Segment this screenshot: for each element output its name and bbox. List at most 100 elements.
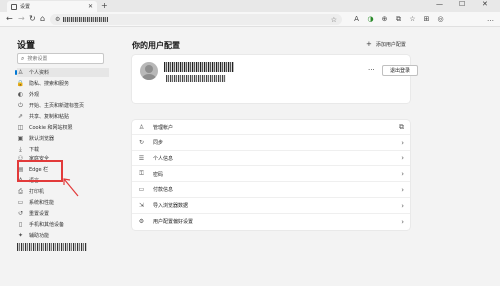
close-window-button[interactable]: ✕	[482, 0, 488, 8]
settings-sidebar: 设置 ⌕ 搜索设置 ♙ 个人资料 🔒 隐私、搜索和服务 ◐ 外观 ⏻ 开始、主页和新建标签页 ⇗…	[0, 28, 115, 286]
sidebar-item-browser[interactable]: ▣ 默认浏览器	[17, 134, 109, 143]
sidebar-item-label: 打印机	[29, 189, 45, 195]
sidebar-item-label: 手机和其他设备	[29, 222, 65, 228]
settings-tab-icon	[11, 3, 17, 10]
back-button[interactable]: ←	[6, 14, 13, 23]
profile-email-redacted	[166, 75, 226, 82]
settings-row-label: 付款信息	[153, 187, 174, 194]
sign-out-button[interactable]: 退出登录	[382, 65, 418, 76]
sidebar-item-label: 隐私、搜索和服务	[29, 81, 70, 87]
profile-prefs-icon: ⚙	[138, 218, 145, 226]
share-icon: ⇗	[17, 113, 24, 120]
maximize-button[interactable]: ☐	[459, 0, 465, 8]
forward-button[interactable]: →	[18, 14, 25, 23]
search-icon: ⌕	[21, 54, 25, 62]
close-tab-icon[interactable]: ✕	[88, 3, 93, 10]
profile-card: ··· 退出登录	[132, 55, 418, 103]
sidebar-item-label: 共享、复制和粘贴	[29, 114, 70, 120]
sidebar-item-label: 个人资料	[29, 70, 50, 76]
address-url-redacted	[63, 17, 109, 22]
add-profile-button[interactable]: + 添加用户配置	[366, 40, 406, 48]
phone-icon: ▯	[18, 221, 23, 228]
settings-row-label: 个人信息	[153, 155, 174, 162]
chevron-right-icon: ›	[401, 185, 404, 194]
extension-shield-icon[interactable]: ◑	[366, 15, 375, 24]
split-screen-icon[interactable]: ⧉	[394, 15, 403, 24]
settings-row-account[interactable]: ♙ 管理帐户 ⧉	[132, 120, 410, 135]
sidebar-item-label: 开始、主页和新建标签页	[29, 103, 85, 109]
settings-row-import[interactable]: ⇲ 导入浏览器数据 ›	[132, 199, 410, 214]
refresh-button[interactable]: ↻	[29, 14, 36, 23]
collections-icon[interactable]: ⊞	[422, 15, 431, 24]
sidebar-item-label: 下载	[29, 147, 40, 153]
sidebar-item-label: 外观	[29, 92, 40, 98]
power-icon: ⏻	[18, 101, 23, 109]
search-placeholder: 搜索设置	[27, 56, 48, 62]
sidebar-item-palette[interactable]: ◐ 外观	[17, 90, 109, 99]
printer-icon: ⎙	[18, 187, 23, 195]
read-aloud-icon[interactable]: A	[352, 15, 361, 24]
sidebar-item-power[interactable]: ⏻ 开始、主页和新建标签页	[17, 101, 109, 110]
favorite-star-icon[interactable]: ☆	[331, 16, 337, 24]
new-tab-button[interactable]: +	[101, 1, 108, 10]
settings-row-personal-info[interactable]: ☰ 个人信息 ›	[132, 151, 410, 167]
tab-settings[interactable]: 设置 ✕	[7, 1, 97, 12]
page-title: 你的用户配置	[132, 41, 180, 50]
sync-icon: ↻	[138, 139, 145, 147]
highlight-box	[17, 160, 63, 182]
more-options-button[interactable]: ···	[368, 66, 375, 74]
sidebar-item-person[interactable]: ♙ 个人资料	[15, 68, 109, 77]
sidebar-item-label: Cookie 和网站权限	[29, 125, 73, 131]
accessibility-icon: ✦	[17, 232, 24, 239]
sidebar-title: 设置	[17, 41, 36, 51]
profile-settings-list: ♙ 管理帐户 ⧉ ↻ 同步 › ☰ 个人信息 › ⚿ 密码 › ▭ 付款信息 › ⇲ 导入浏览器数据 › ⚙ 用户配置…	[132, 120, 410, 230]
sidebar-item-cookie[interactable]: ◫ Cookie 和网站权限	[17, 123, 109, 132]
tab-title: 设置	[20, 4, 31, 10]
minimize-button[interactable]: —	[436, 0, 443, 8]
key-icon: ⚿	[139, 170, 144, 178]
avatar	[140, 62, 158, 80]
chevron-right-icon: ›	[401, 138, 404, 147]
settings-row-key[interactable]: ⚿ 密码 ›	[132, 167, 410, 183]
address-bar[interactable]: ⚙ ☆	[50, 14, 342, 25]
settings-row-label: 密码	[153, 171, 164, 178]
card-icon: ▭	[138, 186, 145, 194]
sidebar-item-label: 辅助功能	[29, 233, 50, 239]
settings-row-card[interactable]: ▭ 付款信息 ›	[132, 183, 410, 198]
chevron-right-icon: ›	[401, 217, 404, 226]
sidebar-item-label: 重置设置	[29, 211, 50, 217]
main-content: 你的用户配置 + 添加用户配置 ··· 退出登录 ♙ 管理帐户 ⧉ ↻ 同步 › ☰ 个人信息…	[120, 28, 500, 286]
sidebar-item-share[interactable]: ⇗ 共享、复制和粘贴	[17, 112, 109, 121]
palette-icon: ◐	[17, 91, 24, 98]
personal-info-icon: ☰	[138, 154, 145, 162]
sidebar-redacted-text	[17, 243, 87, 251]
extensions-icon[interactable]: ⊕	[380, 15, 389, 24]
account-icon: ♙	[138, 123, 145, 131]
settings-page-icon: ⚙	[55, 16, 61, 23]
sidebar-item-download[interactable]: ⤓ 下载	[17, 145, 109, 154]
add-profile-label: 添加用户配置	[375, 41, 406, 48]
settings-row-label: 同步	[153, 140, 164, 147]
favorites-icon[interactable]: ☆	[408, 15, 417, 24]
search-settings-input[interactable]: ⌕ 搜索设置	[17, 53, 104, 64]
external-link-icon: ⧉	[399, 122, 404, 131]
profile-icon[interactable]: ◎	[436, 15, 445, 24]
settings-row-sync[interactable]: ↻ 同步 ›	[132, 136, 410, 151]
settings-row-label: 管理帐户	[153, 124, 174, 131]
highlight-arrow-icon	[63, 178, 79, 197]
cookie-icon: ◫	[17, 124, 24, 131]
sidebar-item-label: 系统和性能	[29, 200, 55, 206]
profile-name-redacted	[164, 62, 234, 72]
lock-icon: 🔒	[16, 80, 25, 87]
download-icon: ⤓	[19, 145, 22, 153]
browser-toolbar: ← → ↻ ⌂ ⚙ ☆ A ◑ ⊕ ⧉ ☆ ⊞ ◎ …	[0, 12, 500, 27]
more-menu-icon[interactable]: …	[486, 15, 495, 24]
settings-row-label: 用户配置偏好设置	[153, 219, 194, 226]
home-button[interactable]: ⌂	[40, 14, 45, 23]
browser-icon: ▣	[17, 135, 24, 142]
person-icon: ♙	[17, 69, 24, 76]
import-icon: ⇲	[138, 202, 145, 209]
settings-row-profile-prefs[interactable]: ⚙ 用户配置偏好设置 ›	[132, 214, 410, 229]
chevron-right-icon: ›	[401, 170, 404, 179]
sidebar-item-lock[interactable]: 🔒 隐私、搜索和服务	[17, 79, 109, 88]
